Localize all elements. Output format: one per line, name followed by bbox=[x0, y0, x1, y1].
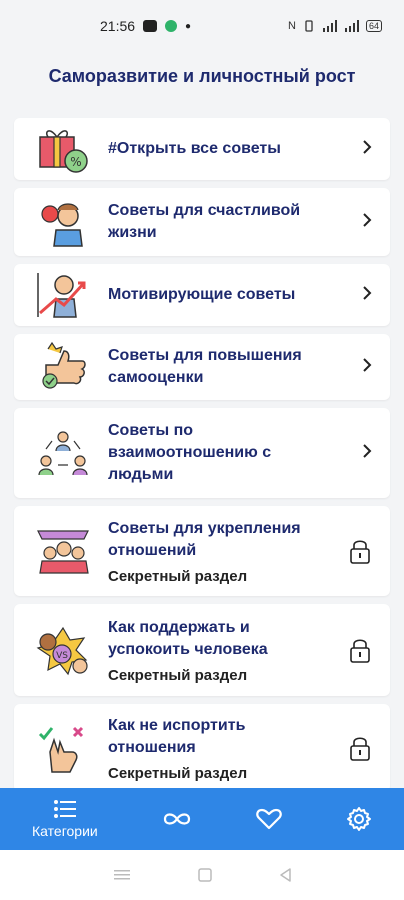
category-label: отношений bbox=[108, 541, 197, 559]
secret-section-label: Секретный раздел bbox=[108, 567, 248, 585]
chevron-right-icon bbox=[354, 284, 372, 307]
nav-categories-label: Категории bbox=[32, 823, 98, 839]
page-title: Саморазвитие и личностный рост bbox=[48, 66, 356, 86]
battery-icon: 64 bbox=[365, 20, 382, 32]
secret-section-label: Секретный раздел bbox=[108, 764, 248, 782]
svg-text:%: % bbox=[70, 155, 81, 169]
category-text: Советы по взаимоотношению с людьми bbox=[108, 420, 354, 486]
category-card[interactable]: Советы по взаимоотношению с людьми bbox=[14, 408, 390, 498]
chevron-right-icon bbox=[354, 442, 372, 465]
list-icon bbox=[53, 800, 76, 818]
menu-system-icon[interactable] bbox=[112, 868, 132, 882]
category-card[interactable]: Советы для укрепления отношений Секретный … bbox=[14, 506, 390, 596]
chevron-right-icon bbox=[354, 356, 372, 379]
category-card[interactable]: % #Открыть все советы bbox=[14, 118, 390, 180]
category-card[interactable]: Советы для повышения самооценки bbox=[14, 334, 390, 400]
category-label: Мотивирующие советы bbox=[108, 286, 296, 303]
dot-indicator-icon: ● bbox=[185, 20, 192, 32]
signal-2-icon bbox=[344, 20, 359, 32]
category-label: #Открыть все советы bbox=[108, 140, 281, 157]
category-card[interactable]: Советы для счастливой жизни bbox=[14, 188, 390, 256]
status-time: 21:56 bbox=[100, 18, 136, 34]
category-text: Как не испортить отношения Секретный разде… bbox=[108, 715, 348, 782]
category-label: Советы для повышения bbox=[108, 347, 302, 364]
nav-infinity[interactable] bbox=[150, 788, 204, 850]
category-label: взаимоотношению с bbox=[108, 444, 272, 461]
category-text: Советы для укрепления отношений Секретный … bbox=[108, 518, 348, 585]
category-label: Советы по bbox=[108, 422, 194, 439]
category-card[interactable]: Мотивирующие советы bbox=[14, 264, 390, 326]
system-navigation bbox=[0, 850, 404, 900]
gift-percent-icon: % bbox=[34, 123, 92, 175]
vibrate-icon bbox=[305, 20, 313, 32]
category-label: Советы для счастливой bbox=[108, 202, 301, 219]
nav-settings[interactable] bbox=[334, 788, 384, 850]
category-label: успокоить человека bbox=[108, 640, 268, 658]
category-label: Как не испортить bbox=[108, 716, 246, 734]
infinity-icon bbox=[163, 813, 190, 825]
lock-icon bbox=[348, 734, 372, 762]
category-label: отношения bbox=[108, 738, 196, 756]
lock-icon bbox=[348, 636, 372, 664]
growth-chart-icon bbox=[34, 269, 92, 321]
heart-icon bbox=[256, 808, 282, 830]
lock-icon bbox=[348, 537, 372, 565]
bottom-navigation: Категории bbox=[0, 788, 404, 850]
status-bar: 21:56 ● N 64 bbox=[0, 0, 404, 52]
versus-icon: VS bbox=[34, 624, 92, 676]
family-icon bbox=[34, 525, 92, 577]
category-label: людьми bbox=[108, 466, 174, 483]
happy-man-icon bbox=[34, 196, 92, 248]
category-text: #Открыть все советы bbox=[108, 138, 354, 160]
category-list: % #Открыть все советы Советы для счастливо… bbox=[14, 118, 390, 800]
crossed-fingers-icon bbox=[34, 722, 92, 774]
category-label: Советы для укрепления bbox=[108, 519, 301, 537]
back-system-icon[interactable] bbox=[278, 867, 292, 883]
app-notification-icon bbox=[143, 20, 158, 32]
home-system-icon[interactable] bbox=[197, 867, 213, 883]
signal-icon bbox=[322, 20, 337, 32]
nav-favorites[interactable] bbox=[244, 788, 294, 850]
category-text: Как поддержать и успокоить человека Секрет… bbox=[108, 617, 348, 684]
gear-icon bbox=[346, 807, 371, 831]
category-label: Как поддержать и bbox=[108, 618, 250, 636]
chat-notification-icon bbox=[165, 20, 178, 32]
nfc-indicator: N bbox=[288, 20, 296, 32]
category-label: жизни bbox=[108, 224, 157, 241]
secret-section-label: Секретный раздел bbox=[108, 666, 248, 684]
category-text: Советы для повышения самооценки bbox=[108, 345, 354, 389]
chevron-right-icon bbox=[354, 211, 372, 234]
nav-categories[interactable]: Категории bbox=[20, 788, 110, 850]
category-card[interactable]: Как не испортить отношения Секретный разде… bbox=[14, 704, 390, 792]
chevron-right-icon bbox=[354, 138, 372, 161]
category-text: Советы для счастливой жизни bbox=[108, 200, 354, 244]
category-card[interactable]: VS Как поддержать и успокоить человека Секр… bbox=[14, 604, 390, 696]
thumbs-up-icon bbox=[34, 341, 92, 393]
category-text: Мотивирующие советы bbox=[108, 284, 354, 306]
people-network-icon bbox=[34, 427, 92, 479]
category-label: самооценки bbox=[108, 369, 204, 386]
svg-text:VS: VS bbox=[56, 651, 68, 661]
